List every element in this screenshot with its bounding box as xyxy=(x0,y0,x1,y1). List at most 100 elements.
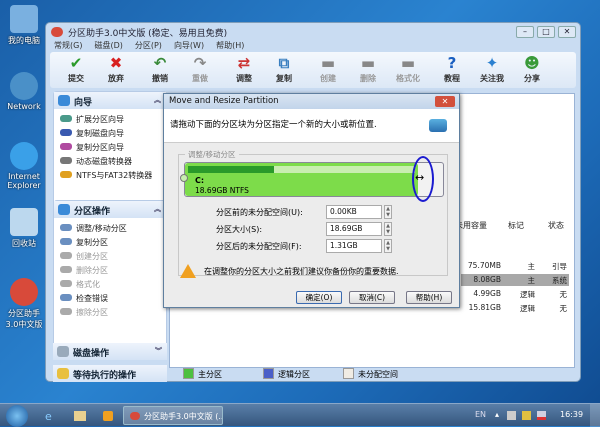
menu-item[interactable]: 向导(W) xyxy=(174,41,204,50)
cancel-button[interactable]: 取消(C) xyxy=(349,291,395,304)
field-input[interactable]: 18.69GB xyxy=(326,222,382,236)
toolbar-button-9[interactable]: ?教程 xyxy=(434,54,470,84)
table-cell: 4.99GB xyxy=(473,289,501,298)
network-status-icon[interactable] xyxy=(537,411,546,420)
partition-op-icon xyxy=(60,266,72,273)
spinner[interactable]: ▲▼ xyxy=(384,205,392,219)
toolbar-icon: ▬ xyxy=(358,54,378,72)
taskbar-task-partition-assistant[interactable]: 分区助手3.0中文版 (... xyxy=(123,406,223,425)
partition-op-item[interactable]: 检查错误 xyxy=(54,291,166,305)
wizard-panel-header[interactable]: 向导︽ xyxy=(54,92,166,109)
partition-op-item[interactable]: 擦除分区 xyxy=(54,305,166,319)
partition-op-item[interactable]: 删除分区 xyxy=(54,263,166,277)
action-center-icon[interactable] xyxy=(522,411,531,420)
computer-icon xyxy=(10,5,38,33)
wizard-item[interactable]: 复制磁盘向导 xyxy=(54,126,166,140)
toolbar-button-8[interactable]: ▬格式化 xyxy=(390,54,426,84)
chevron-down-icon[interactable]: ︾ xyxy=(155,346,162,356)
partition-op-item[interactable]: 复制分区 xyxy=(54,235,166,249)
field-input[interactable]: 1.31GB xyxy=(326,239,382,253)
partition-ops-panel: 分区操作︽ 调整/移动分区复制分区创建分区删除分区格式化检查错误擦除分区 xyxy=(53,200,167,350)
ie-taskbar-icon[interactable]: e xyxy=(45,410,52,423)
menu-item[interactable]: 帮助(H) xyxy=(216,41,244,50)
language-indicator[interactable]: EN xyxy=(475,410,486,419)
field-input[interactable]: 0.00KB xyxy=(326,205,382,219)
toolbar-button-7[interactable]: ▬删除 xyxy=(350,54,386,84)
desktop-icon-ie[interactable]: Internet Explorer xyxy=(2,142,46,190)
partition-op-icon xyxy=(60,308,72,315)
left-resize-handle[interactable] xyxy=(180,174,188,182)
menu-item[interactable]: 磁盘(D) xyxy=(94,41,122,50)
show-desktop-button[interactable] xyxy=(590,404,600,427)
column-header[interactable]: 标记 xyxy=(508,220,524,231)
partition-op-item[interactable]: 创建分区 xyxy=(54,249,166,263)
media-player-icon[interactable] xyxy=(103,411,113,421)
desktop-icon-computer[interactable]: 我的电脑 xyxy=(2,5,46,46)
table-row[interactable]: 4.99GB逻辑无 xyxy=(461,288,569,300)
partition-op-icon xyxy=(60,252,72,259)
toolbar-button-1[interactable]: ✖放弃 xyxy=(98,54,134,84)
taskbar: e 分区助手3.0中文版 (... EN ▴ 16:39 xyxy=(0,403,600,426)
toolbar-button-4[interactable]: ⇄调整 xyxy=(226,54,262,84)
dialog-header: 请拖动下面的分区块为分区指定一个新的大小或新位置. xyxy=(164,109,459,143)
table-cell: 引导 xyxy=(552,261,567,272)
wizard-item[interactable]: NTFS与FAT32转换器 xyxy=(54,168,166,182)
dialog-close-button[interactable]: ✕ xyxy=(435,96,455,107)
start-button[interactable] xyxy=(6,405,28,427)
desktop-icon-recycle-bin[interactable]: 回收站 xyxy=(2,208,46,249)
speaker-icon[interactable] xyxy=(507,411,516,420)
recycle-bin-icon xyxy=(10,208,38,236)
toolbar-button-3[interactable]: ↷重做 xyxy=(182,54,218,84)
maximize-button[interactable]: □ xyxy=(537,26,555,38)
show-hidden-icons[interactable]: ▴ xyxy=(495,410,499,419)
pending-ops-panel[interactable]: 等待执行的操作 xyxy=(53,365,167,382)
table-cell: 无 xyxy=(560,289,568,300)
toolbar-button-0[interactable]: ✔提交 xyxy=(58,54,94,84)
minimize-button[interactable]: – xyxy=(516,26,534,38)
wizard-item[interactable]: 扩展分区向导 xyxy=(54,112,166,126)
wizard-item[interactable]: 复制分区向导 xyxy=(54,140,166,154)
table-cell: 主 xyxy=(528,275,536,286)
toolbar-icon: ↷ xyxy=(190,54,210,72)
chevron-up-icon[interactable]: ︽ xyxy=(154,204,161,214)
chevron-up-icon[interactable]: ︽ xyxy=(154,95,161,105)
field-row: 分区后的未分配空间(F):1.31GB▲▼ xyxy=(216,241,406,255)
spinner[interactable]: ▲▼ xyxy=(384,239,392,253)
toolbar-button-6[interactable]: ▬创建 xyxy=(310,54,346,84)
wizard-icon xyxy=(58,95,70,106)
menu-item[interactable]: 常规(G) xyxy=(54,41,82,50)
clock[interactable]: 16:39 xyxy=(560,410,583,419)
partition-op-item[interactable]: 格式化 xyxy=(54,277,166,291)
table-row[interactable]: 15.81GB逻辑无 xyxy=(461,302,569,314)
column-header[interactable]: 状态 xyxy=(548,220,564,231)
explorer-taskbar-icon[interactable] xyxy=(74,411,86,421)
partition-icon xyxy=(429,119,447,132)
instruction-text: 请拖动下面的分区块为分区指定一个新的大小或新位置. xyxy=(170,120,377,130)
spinner[interactable]: ▲▼ xyxy=(384,222,392,236)
partition-ops-header[interactable]: 分区操作︽ xyxy=(54,201,166,218)
partition-block[interactable]: C: 18.69GB NTFS xyxy=(185,163,418,196)
legend-swatch xyxy=(263,368,274,379)
menu-item[interactable]: 分区(P) xyxy=(135,41,162,50)
table-row[interactable]: 75.70MB主引导 xyxy=(461,260,569,272)
disk-ops-panel[interactable]: 磁盘操作︾ xyxy=(53,343,167,360)
title-bar: 分区助手3.0中文版 (稳定、易用且免费) – □ ✕ xyxy=(46,23,580,40)
field-label: 分区前的未分配空间(U): xyxy=(216,208,303,217)
wizard-panel: 向导︽ 扩展分区向导复制磁盘向导复制分区向导动态磁盘转换器NTFS与FAT32转… xyxy=(53,91,167,207)
wizard-item[interactable]: 动态磁盘转换器 xyxy=(54,154,166,168)
table-cell: 8.08GB xyxy=(473,275,501,284)
toolbar-button-10[interactable]: ✦关注我 xyxy=(474,54,510,84)
table-cell: 逻辑 xyxy=(520,303,535,314)
desktop-icon-network[interactable]: Network xyxy=(2,72,46,111)
toolbar-button-11[interactable]: ☻分享 xyxy=(514,54,550,84)
help-button[interactable]: 帮助(H) xyxy=(406,291,452,304)
field-row: 分区大小(S):18.69GB▲▼ xyxy=(216,224,406,238)
close-button[interactable]: ✕ xyxy=(558,26,576,38)
toolbar-button-2[interactable]: ↶撤销 xyxy=(142,54,178,84)
table-cell: 75.70MB xyxy=(468,261,501,270)
table-row[interactable]: 8.08GB主系统 xyxy=(461,274,569,286)
ok-button[interactable]: 确定(O) xyxy=(296,291,342,304)
toolbar-button-5[interactable]: ⧉复制 xyxy=(266,54,302,84)
partition-op-item[interactable]: 调整/移动分区 xyxy=(54,221,166,235)
desktop-icon-partition-assistant[interactable]: 分区助手3.0中文版 xyxy=(2,278,46,330)
